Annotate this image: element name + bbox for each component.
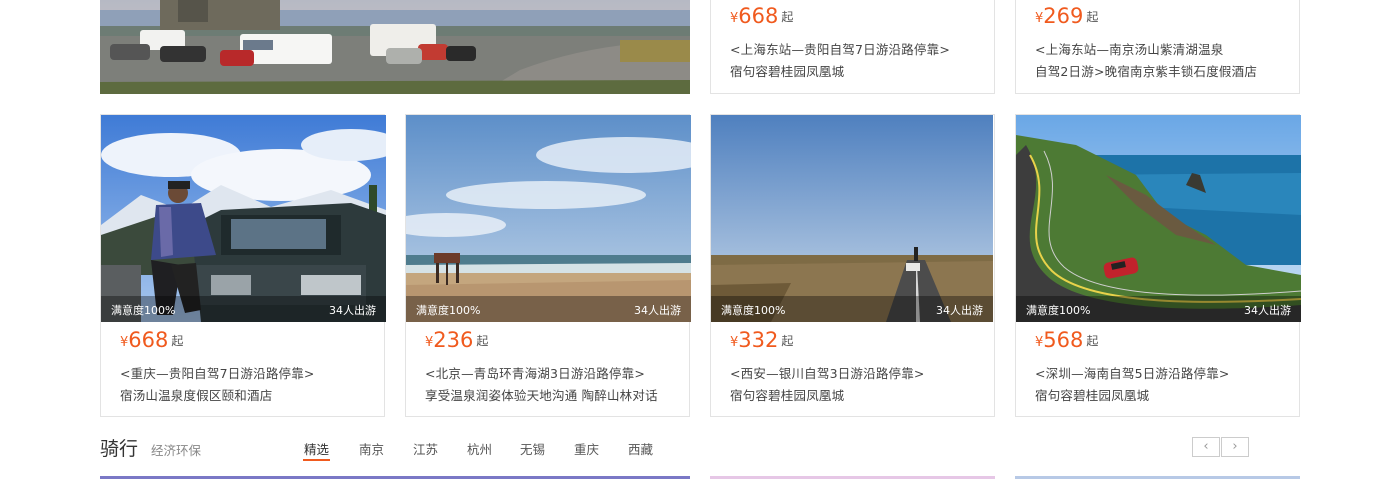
tab-nanjing[interactable]: 南京	[359, 439, 384, 458]
tab-hangzhou[interactable]: 杭州	[467, 439, 492, 458]
tour-route-title[interactable]: <上海东站—南京汤山紫清湖温泉	[1035, 39, 1223, 58]
price-suffix: 起	[781, 334, 794, 348]
tab-tibet[interactable]: 西藏	[628, 439, 653, 458]
price-value: 332	[738, 328, 779, 352]
price-value: 668	[738, 4, 779, 28]
cycling-section-header: 骑行 经济环保 精选 南京 江苏 杭州 无锡 重庆 西藏 ‹ ›	[0, 430, 1400, 464]
tour-image-beach[interactable]: 满意度100% 34人出游	[406, 115, 691, 322]
prev-button[interactable]: ‹	[1192, 437, 1220, 457]
chevron-right-icon: ›	[1232, 439, 1238, 454]
tour-card-top-2[interactable]: ¥269 起 <上海东站—南京汤山紫清湖温泉 自驾2日游>晚宿南京紫丰锁石度假酒店	[1015, 0, 1300, 94]
price: ¥332 起	[730, 328, 793, 352]
tour-route-title[interactable]: <重庆—贵阳自驾7日游沿路停靠>	[120, 363, 315, 382]
tab-chongqing[interactable]: 重庆	[574, 439, 599, 458]
stats-overlay: 满意度100% 34人出游	[1016, 296, 1301, 322]
tour-card-4[interactable]: 满意度100% 34人出游 ¥568 起 <深圳—海南自驾5日游沿路停靠> 宿句容…	[1015, 114, 1301, 417]
price-suffix: 起	[781, 10, 794, 24]
chevron-left-icon: ‹	[1203, 439, 1209, 454]
tab-featured[interactable]: 精选	[302, 439, 331, 461]
tour-image-coastal-road[interactable]: 满意度100% 34人出游	[1016, 115, 1301, 322]
tour-hotel-desc[interactable]: 宿句容碧桂园凤凰城	[730, 61, 844, 80]
tour-hotel-desc[interactable]: 宿句容碧桂园凤凰城	[730, 385, 844, 404]
traveler-count: 34人出游	[1244, 304, 1291, 317]
section-subtitle: 经济环保	[151, 443, 202, 458]
tour-hotel-desc[interactable]: 宿汤山温泉度假区颐和酒店	[120, 385, 272, 404]
price: ¥668 起	[120, 328, 183, 352]
satisfaction-rate: 满意度100%	[721, 304, 786, 317]
price: ¥568 起	[1035, 328, 1098, 352]
tour-route-title[interactable]: <上海东站—贵阳自驾7日游沿路停靠>	[730, 39, 950, 58]
tab-jiangsu[interactable]: 江苏	[413, 439, 438, 458]
price-suffix: 起	[171, 334, 184, 348]
traveler-count: 34人出游	[634, 304, 681, 317]
traveler-count: 34人出游	[329, 304, 376, 317]
tour-image-prairie-road[interactable]: 满意度100% 34人出游	[711, 115, 993, 322]
tour-route-title[interactable]: <深圳—海南自驾5日游沿路停靠>	[1035, 363, 1230, 382]
tour-hotel-desc[interactable]: 自驾2日游>晚宿南京紫丰锁石度假酒店	[1035, 61, 1257, 80]
tour-card-1[interactable]: 满意度100% 34人出游 ¥668 起 <重庆—贵阳自驾7日游沿路停靠> 宿汤山…	[100, 114, 386, 417]
rv-campsite-banner-image[interactable]	[100, 0, 690, 94]
price-value: 668	[128, 328, 169, 352]
price-suffix: 起	[476, 334, 489, 348]
stats-overlay: 满意度100% 34人出游	[711, 296, 993, 322]
price-value: 269	[1043, 4, 1084, 28]
next-button[interactable]: ›	[1221, 437, 1249, 457]
tour-hotel-desc[interactable]: 宿句容碧桂园凤凰城	[1035, 385, 1149, 404]
price-suffix: 起	[1086, 334, 1099, 348]
tour-image-suv-mountains[interactable]: 满意度100% 34人出游	[101, 115, 386, 322]
price: ¥236 起	[425, 328, 488, 352]
price: ¥668 起	[730, 4, 793, 28]
satisfaction-rate: 满意度100%	[111, 304, 176, 317]
satisfaction-rate: 满意度100%	[1026, 304, 1091, 317]
stats-overlay: 满意度100% 34人出游	[406, 296, 691, 322]
tour-route-title[interactable]: <西安—银川自驾3日游沿路停靠>	[730, 363, 925, 382]
price-suffix: 起	[1086, 10, 1099, 24]
stats-overlay: 满意度100% 34人出游	[101, 296, 386, 322]
satisfaction-rate: 满意度100%	[416, 304, 481, 317]
traveler-count: 34人出游	[936, 304, 983, 317]
tour-card-top-1[interactable]: ¥668 起 <上海东站—贵阳自驾7日游沿路停靠> 宿句容碧桂园凤凰城	[710, 0, 995, 94]
tour-card-2[interactable]: 满意度100% 34人出游 ¥236 起 <北京—青岛环青海湖3日游沿路停靠> 享…	[405, 114, 691, 417]
price: ¥269 起	[1035, 4, 1098, 28]
tour-route-title[interactable]: <北京—青岛环青海湖3日游沿路停靠>	[425, 363, 645, 382]
tab-wuxi[interactable]: 无锡	[520, 439, 545, 458]
section-title: 骑行	[100, 438, 139, 460]
price-value: 568	[1043, 328, 1084, 352]
price-value: 236	[433, 328, 474, 352]
tour-hotel-desc[interactable]: 享受温泉润姿体验天地沟通 陶醉山林对话	[425, 385, 658, 404]
tour-card-3[interactable]: 满意度100% 34人出游 ¥332 起 <西安—银川自驾3日游沿路停靠> 宿句容…	[710, 114, 995, 417]
